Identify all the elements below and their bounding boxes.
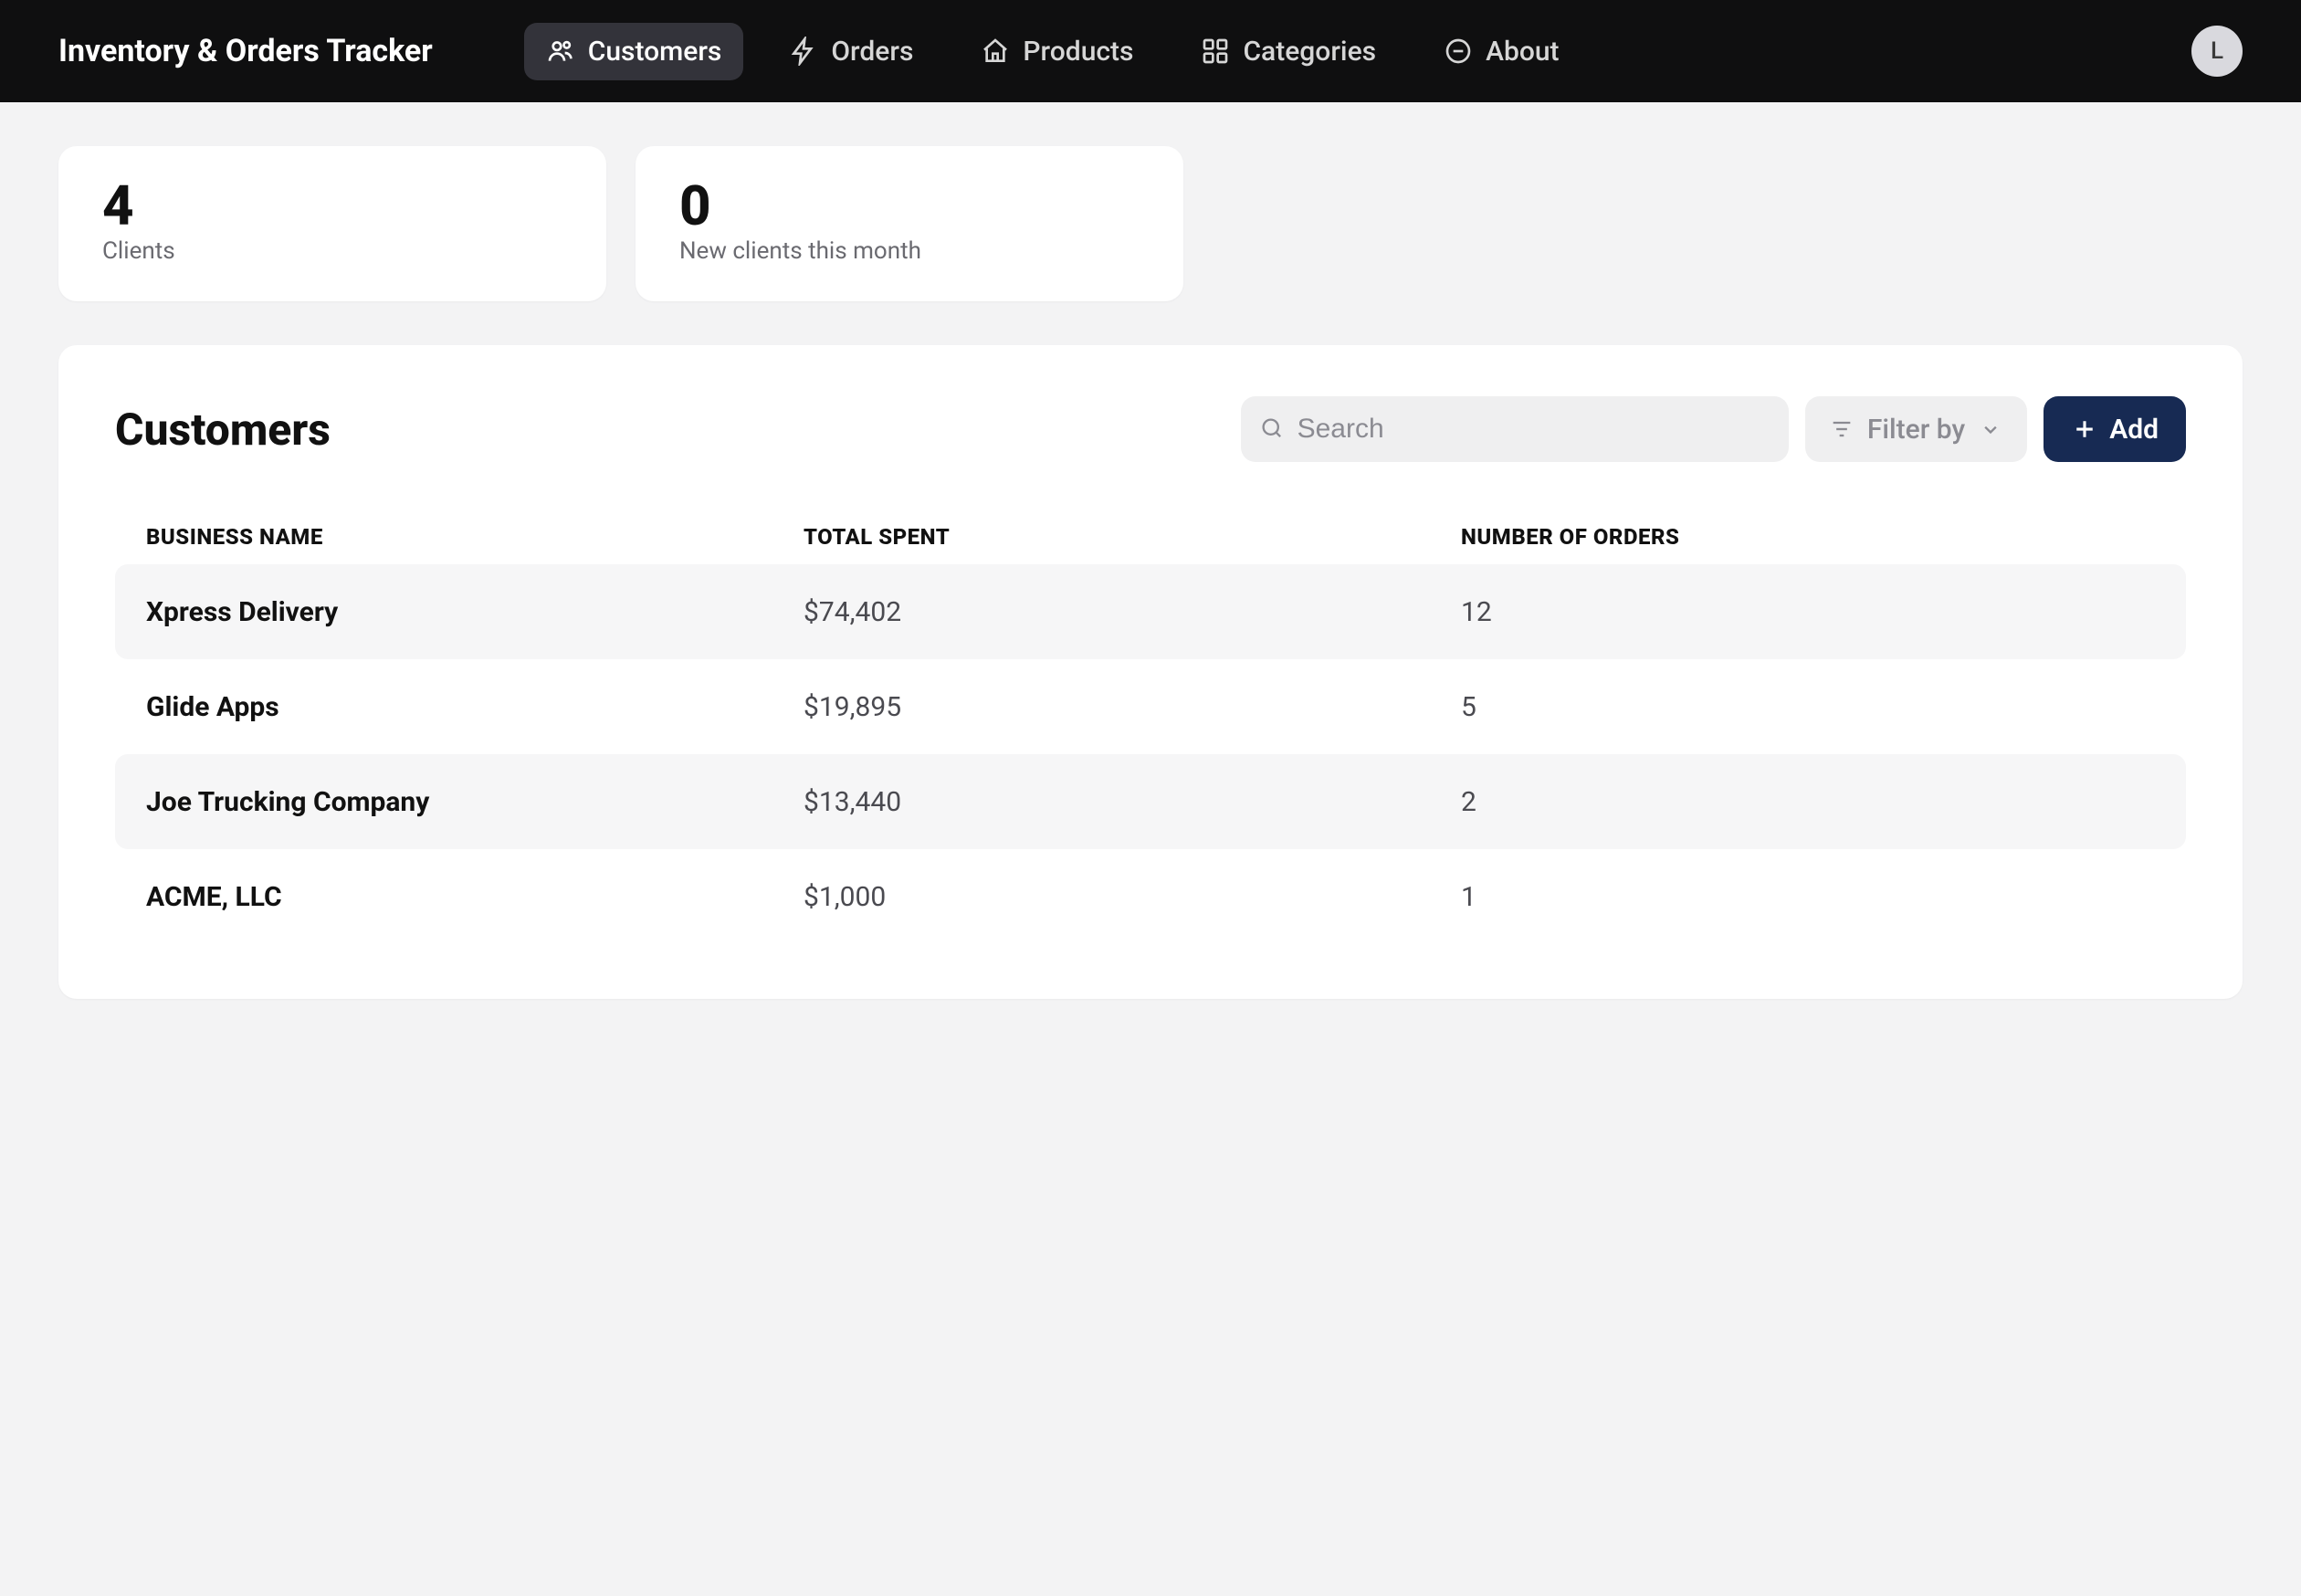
table-row[interactable]: Joe Trucking Company $13,440 2 xyxy=(115,754,2186,849)
tab-label: Products xyxy=(1023,36,1133,68)
add-label: Add xyxy=(2109,414,2159,446)
table-row[interactable]: Glide Apps $19,895 5 xyxy=(115,659,2186,754)
stat-value: 4 xyxy=(102,179,562,234)
tab-label: About xyxy=(1486,36,1559,68)
stat-card-clients: 4 Clients xyxy=(58,146,606,301)
cell-orders: 1 xyxy=(1461,881,2155,913)
cell-business-name: ACME, LLC xyxy=(146,881,804,913)
stat-value: 0 xyxy=(679,179,1140,234)
tab-customers[interactable]: Customers xyxy=(524,23,744,80)
filter-icon xyxy=(1829,416,1854,442)
app-title: Inventory & Orders Tracker xyxy=(58,33,433,69)
filter-button[interactable]: Filter by xyxy=(1805,396,2027,462)
cell-orders: 2 xyxy=(1461,786,2155,818)
panel-title: Customers xyxy=(115,404,1241,456)
cell-total-spent: $1,000 xyxy=(804,881,1461,913)
search-box[interactable] xyxy=(1241,396,1789,462)
table-row[interactable]: ACME, LLC $1,000 1 xyxy=(115,849,2186,944)
cell-orders: 12 xyxy=(1461,596,2155,628)
cell-orders: 5 xyxy=(1461,691,2155,723)
tab-label: Orders xyxy=(831,36,913,68)
customers-table: BUSINESS NAME TOTAL SPENT NUMBER OF ORDE… xyxy=(115,509,2186,944)
table-row[interactable]: Xpress Delivery $74,402 12 xyxy=(115,564,2186,659)
avatar[interactable]: L xyxy=(2191,26,2243,77)
home-icon xyxy=(981,37,1010,66)
nav-tabs: Customers Orders Products Categories Abo xyxy=(524,23,2191,80)
cell-total-spent: $74,402 xyxy=(804,596,1461,628)
col-number-of-orders: NUMBER OF ORDERS xyxy=(1461,524,2155,550)
tab-about[interactable]: About xyxy=(1422,23,1581,80)
plus-icon xyxy=(2071,415,2098,443)
customers-panel: Customers Filter by xyxy=(58,345,2243,999)
tab-label: Customers xyxy=(588,36,722,68)
cell-total-spent: $19,895 xyxy=(804,691,1461,723)
people-icon xyxy=(546,37,575,66)
top-navbar: Inventory & Orders Tracker Customers Ord… xyxy=(0,0,2301,102)
smile-icon xyxy=(1444,37,1473,66)
tab-products[interactable]: Products xyxy=(959,23,1155,80)
panel-header: Customers Filter by xyxy=(115,396,2186,462)
stat-cards: 4 Clients 0 New clients this month xyxy=(58,146,2243,301)
search-icon xyxy=(1259,415,1285,443)
stat-card-new-clients: 0 New clients this month xyxy=(636,146,1183,301)
filter-label: Filter by xyxy=(1867,414,1965,446)
chevron-down-icon xyxy=(1978,416,2003,442)
stat-label: New clients this month xyxy=(679,237,1140,265)
cell-total-spent: $13,440 xyxy=(804,786,1461,818)
table-header: BUSINESS NAME TOTAL SPENT NUMBER OF ORDE… xyxy=(115,509,2186,564)
avatar-initial: L xyxy=(2211,37,2223,65)
table-body: Xpress Delivery $74,402 12 Glide Apps $1… xyxy=(115,564,2186,944)
bolt-icon xyxy=(789,37,818,66)
grid-icon xyxy=(1201,37,1230,66)
cell-business-name: Glide Apps xyxy=(146,691,804,723)
tab-categories[interactable]: Categories xyxy=(1179,23,1398,80)
tab-label: Categories xyxy=(1243,36,1376,68)
panel-actions: Filter by Add xyxy=(1241,396,2186,462)
cell-business-name: Joe Trucking Company xyxy=(146,786,804,818)
col-total-spent: TOTAL SPENT xyxy=(804,524,1461,550)
tab-orders[interactable]: Orders xyxy=(767,23,935,80)
add-button[interactable]: Add xyxy=(2044,396,2186,462)
col-business-name: BUSINESS NAME xyxy=(146,524,804,550)
stat-label: Clients xyxy=(102,237,562,265)
cell-business-name: Xpress Delivery xyxy=(146,596,804,628)
page-content: 4 Clients 0 New clients this month Custo… xyxy=(0,102,2301,1043)
search-input[interactable] xyxy=(1298,414,1770,445)
